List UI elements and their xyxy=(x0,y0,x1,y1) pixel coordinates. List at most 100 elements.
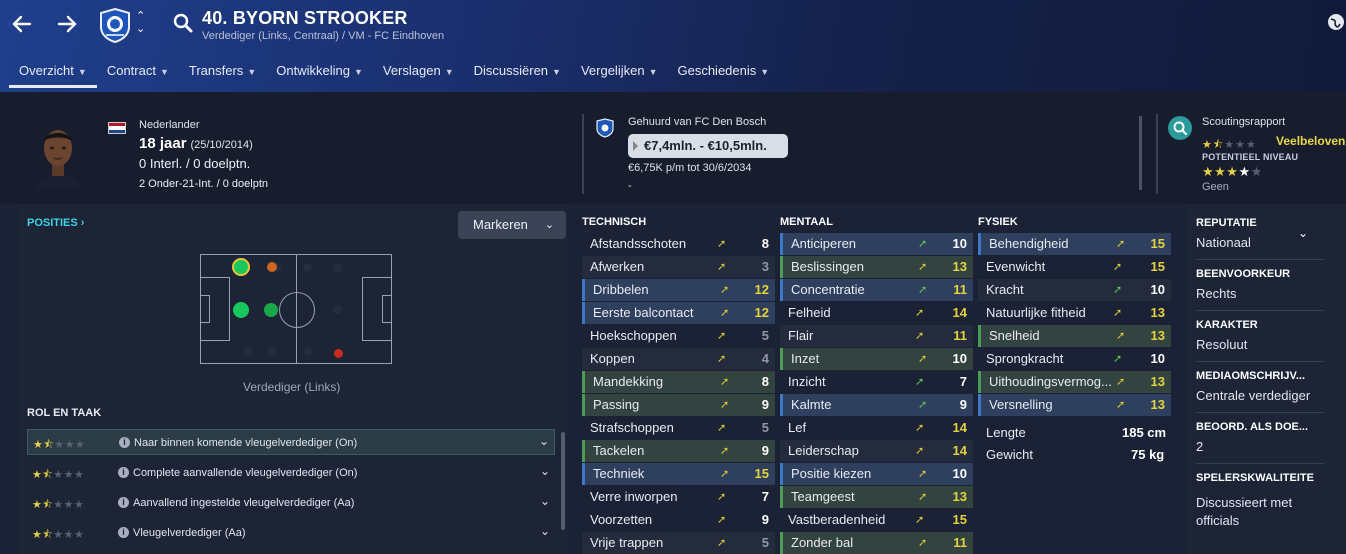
roles-scrollbar[interactable] xyxy=(561,432,565,530)
attribute-row[interactable]: Vrije trappen ➚ 5 xyxy=(582,532,775,554)
attribute-row[interactable]: Passing ➚ 9 xyxy=(582,394,775,416)
position-awkward[interactable] xyxy=(334,349,343,358)
attribute-row[interactable]: Positie kiezen ➚ 10 xyxy=(780,463,973,485)
back-button[interactable] xyxy=(8,10,36,38)
chevron-down-icon[interactable]: ⌄ xyxy=(1298,226,1308,240)
attribute-row[interactable]: Inzet ➚ 10 xyxy=(780,348,973,370)
attribute-row[interactable]: Concentratie ➚ 11 xyxy=(780,279,973,301)
role-label: Aanvallend ingestelde vleugelverdediger … xyxy=(133,497,355,509)
attribute-trend-icon: ➚ xyxy=(915,422,925,434)
arrow-right-icon xyxy=(57,15,77,33)
role-row[interactable]: ★⯪★★★ i Vleugelverdediger (Aa) ⌄ xyxy=(27,520,555,546)
chevron-down-icon[interactable]: ⌄ xyxy=(540,524,550,538)
position-unconvincing[interactable] xyxy=(267,262,277,272)
attribute-row[interactable]: Eerste balcontact ➚ 12 xyxy=(582,302,775,324)
rating-as-value: 2 xyxy=(1196,439,1204,454)
attribute-row[interactable]: Inzicht ➚ 7 xyxy=(780,371,973,393)
attribute-row[interactable]: Hoekschoppen ➚ 5 xyxy=(582,325,775,347)
attribute-name: Anticiperen xyxy=(791,236,857,251)
info-icon[interactable]: i xyxy=(118,497,129,508)
loan-club-logo[interactable] xyxy=(596,118,614,138)
attribute-row[interactable]: Mandekking ➚ 8 xyxy=(582,371,775,393)
attribute-row[interactable]: Dribbelen ➚ 12 xyxy=(582,279,775,301)
attribute-row[interactable]: Evenwicht ➚ 15 xyxy=(978,256,1171,278)
attribute-value: 15 xyxy=(1150,236,1165,251)
info-icon[interactable]: i xyxy=(119,437,130,448)
chevron-down-icon[interactable]: ⌄ xyxy=(540,494,550,508)
tab-vergelijken[interactable]: Vergelijken ▼ xyxy=(571,56,668,88)
world-button[interactable] xyxy=(1326,12,1346,32)
attribute-name: Versnelling xyxy=(989,397,1053,412)
attribute-row[interactable]: Anticiperen ➚ 10 xyxy=(780,233,973,255)
attribute-row[interactable]: Koppen ➚ 4 xyxy=(582,348,775,370)
attribute-row[interactable]: Verre inworpen ➚ 7 xyxy=(582,486,775,508)
role-row[interactable]: ★⯪★★★ i Complete aanvallende vleugelverd… xyxy=(27,460,555,486)
scout-button[interactable] xyxy=(1168,116,1192,140)
attribute-row[interactable]: Tackelen ➚ 9 xyxy=(582,440,775,462)
attribute-name: Strafschoppen xyxy=(590,420,674,435)
divider xyxy=(1196,361,1324,362)
chevron-down-icon[interactable]: ⌄ xyxy=(539,434,549,448)
attribute-row[interactable]: Flair ➚ 11 xyxy=(780,325,973,347)
attribute-row[interactable]: Sprongkracht ➚ 10 xyxy=(978,348,1171,370)
club-switcher[interactable]: ⌃ ⌄ xyxy=(136,10,145,36)
tab-ontwikkeling[interactable]: Ontwikkeling ▼ xyxy=(266,56,373,88)
attribute-trend-icon: ➚ xyxy=(918,491,928,503)
tab-verslagen[interactable]: Verslagen ▼ xyxy=(373,56,464,88)
attribute-row[interactable]: Beslissingen ➚ 13 xyxy=(780,256,973,278)
attribute-row[interactable]: Teamgeest ➚ 13 xyxy=(780,486,973,508)
tab-discussieren[interactable]: Discussiëren ▼ xyxy=(464,56,571,88)
position-accomplished[interactable] xyxy=(264,303,278,317)
role-rating-stars: ★⯪★★★ xyxy=(33,439,86,451)
attribute-name: Techniek xyxy=(593,466,645,481)
info-icon[interactable]: i xyxy=(118,467,129,478)
club-logo[interactable] xyxy=(98,7,132,44)
date-of-birth: (25/10/2014) xyxy=(190,139,253,151)
attribute-name: Voorzetten xyxy=(590,512,653,527)
tab-bar: Overzicht ▼ Contract ▼ Transfers ▼ Ontwikke… xyxy=(9,56,779,88)
attribute-row[interactable]: Zonder bal ➚ 11 xyxy=(780,532,973,554)
scroll-divider xyxy=(1139,116,1142,190)
attribute-row[interactable]: Versnelling ➚ 13 xyxy=(978,394,1171,416)
attribute-row[interactable]: Vastberadenheid ➚ 15 xyxy=(780,509,973,531)
attribute-row[interactable]: Kracht ➚ 10 xyxy=(978,279,1171,301)
tab-transfers[interactable]: Transfers ▼ xyxy=(179,56,266,88)
chevron-down-icon[interactable]: ⌄ xyxy=(540,464,550,478)
attribute-value: 9 xyxy=(761,443,769,458)
position-natural-dl[interactable] xyxy=(232,258,250,276)
role-row[interactable]: ★⯪★★★ i Aanvallend ingestelde vleugelver… xyxy=(27,490,555,516)
search-button[interactable] xyxy=(172,12,194,34)
tab-overzicht[interactable]: Overzicht ▼ xyxy=(9,56,97,88)
forward-button[interactable] xyxy=(53,10,81,38)
position-pitch[interactable] xyxy=(200,254,392,364)
divider xyxy=(1196,310,1324,311)
attribute-row[interactable]: Behendigheid ➚ 15 xyxy=(978,233,1171,255)
transfer-value-badge[interactable]: €7,4mln. - €10,5mln. xyxy=(628,134,788,158)
attribute-value: 8 xyxy=(761,236,769,251)
scouting-report-title: Scoutingsrapport xyxy=(1202,116,1286,128)
attribute-row[interactable]: Techniek ➚ 15 xyxy=(582,463,775,485)
attribute-row[interactable]: Felheid ➚ 14 xyxy=(780,302,973,324)
role-row[interactable]: ★⯪★★★ i Naar binnen komende vleugelverde… xyxy=(27,429,555,455)
attribute-name: Vrije trappen xyxy=(590,535,664,550)
attribute-row[interactable]: Uithoudingsvermog... ➚ 13 xyxy=(978,371,1171,393)
loan-from-label: Gehuurd van FC Den Bosch xyxy=(628,116,767,128)
attribute-row[interactable]: Strafschoppen ➚ 5 xyxy=(582,417,775,439)
tab-contract[interactable]: Contract ▼ xyxy=(97,56,179,88)
attribute-row[interactable]: Natuurlijke fitheid ➚ 13 xyxy=(978,302,1171,324)
attribute-row[interactable]: Snelheid ➚ 13 xyxy=(978,325,1171,347)
attribute-row[interactable]: Afwerken ➚ 3 xyxy=(582,256,775,278)
attribute-row[interactable]: Lef ➚ 14 xyxy=(780,417,973,439)
potential-label: POTENTIEEL NIVEAU xyxy=(1202,152,1299,162)
tab-geschiedenis[interactable]: Geschiedenis ▼ xyxy=(667,56,779,88)
attribute-row[interactable]: Voorzetten ➚ 9 xyxy=(582,509,775,531)
attribute-row[interactable]: Kalmte ➚ 9 xyxy=(780,394,973,416)
info-icon[interactable]: i xyxy=(118,527,129,538)
positions-link[interactable]: POSITIES › xyxy=(27,217,84,229)
attribute-row[interactable]: Leiderschap ➚ 14 xyxy=(780,440,973,462)
attribute-name: Teamgeest xyxy=(791,489,855,504)
position-accomplished-dc[interactable] xyxy=(233,302,249,318)
mark-dropdown[interactable]: Markeren ⌄ xyxy=(458,211,566,239)
chevron-down-icon: ⌄ xyxy=(544,219,554,231)
attribute-row[interactable]: Afstandsschoten ➚ 8 xyxy=(582,233,775,255)
